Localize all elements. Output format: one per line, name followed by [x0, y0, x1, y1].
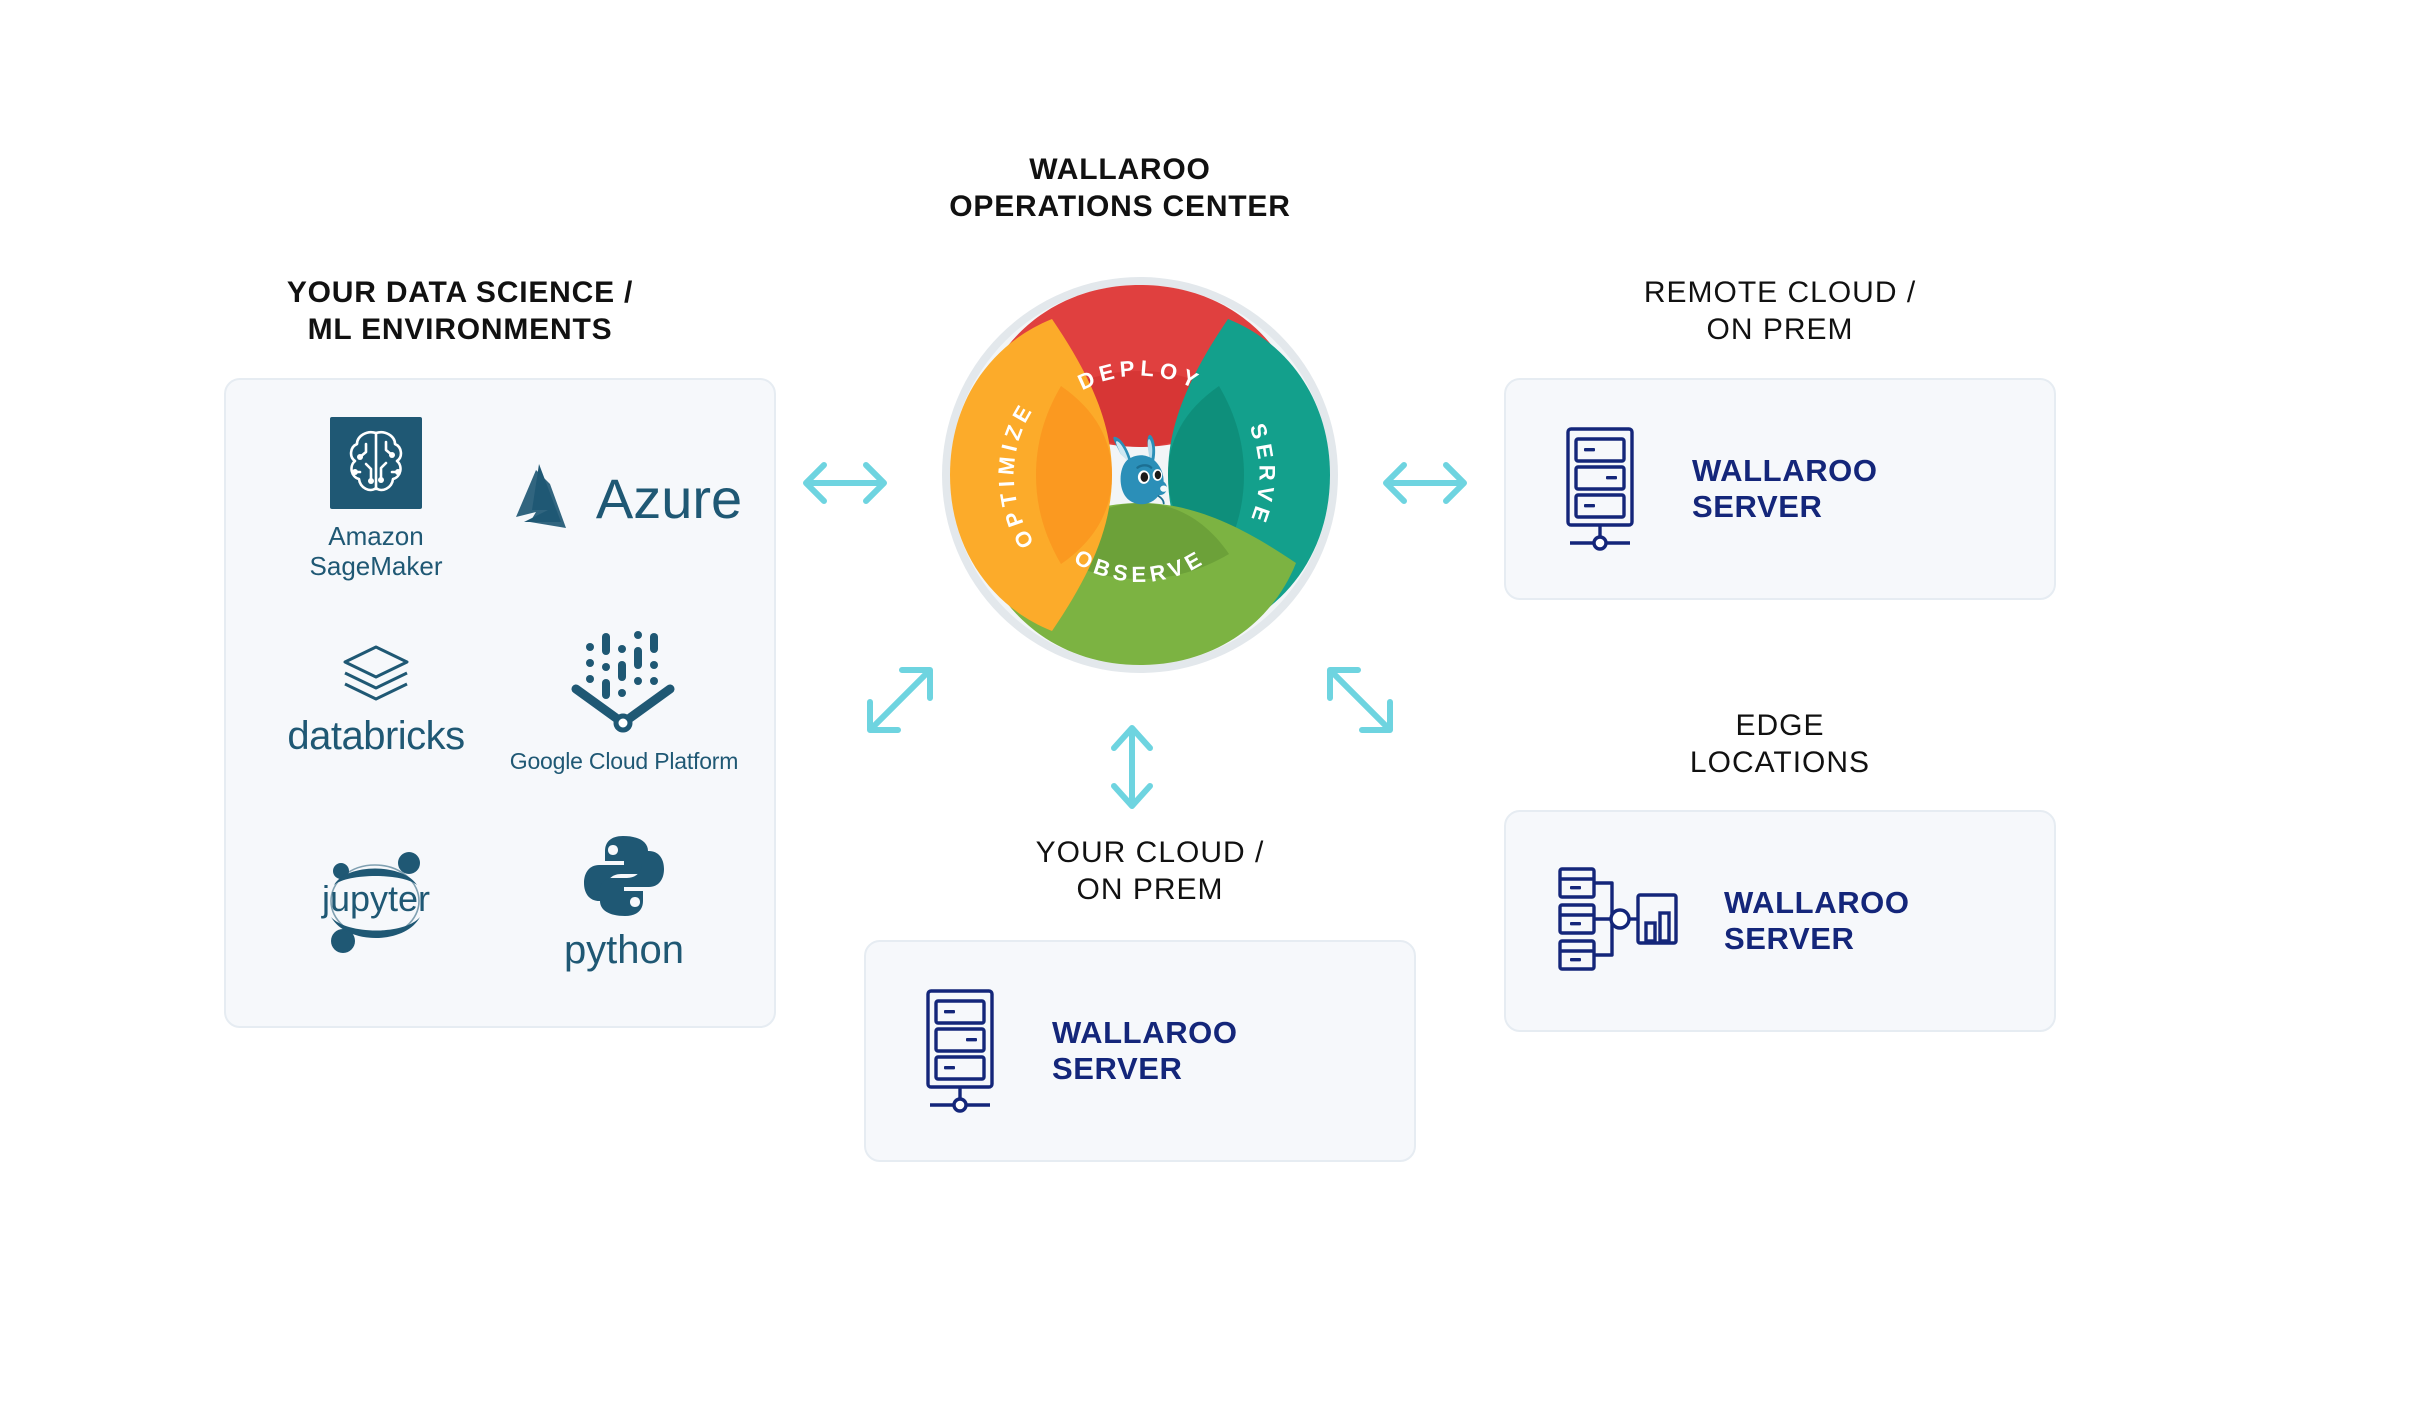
logo-item-gcp: Google Cloud Platform: [510, 627, 738, 774]
arrow-diagonal-sw: [862, 662, 938, 743]
card-title-remote-server: WALLAROO SERVER: [1692, 453, 1878, 524]
logo-item-sagemaker: Amazon SageMaker: [309, 416, 443, 581]
google-cloud-platform-icon: [566, 627, 682, 744]
card-title-cloud-server: WALLAROO SERVER: [1052, 1015, 1238, 1086]
arrow-right-horizontal: [1380, 455, 1470, 516]
logo-caption-databricks: databricks: [287, 713, 465, 758]
logo-item-databricks: databricks: [287, 643, 465, 760]
python-icon: [581, 833, 667, 924]
logo-caption-sagemaker: Amazon SageMaker: [309, 520, 443, 581]
server-rack-icon: [914, 985, 1010, 1118]
logo-item-azure: Azure: [506, 460, 742, 539]
environments-panel: Amazon SageMaker Azure databricks Google…: [224, 378, 776, 1028]
section-heading-remote-cloud: REMOTE CLOUD / ON PREM: [1643, 276, 1917, 346]
logo-item-python: python: [564, 833, 684, 974]
card-title-edge-server: WALLAROO SERVER: [1724, 885, 1910, 956]
databricks-icon: [339, 643, 413, 710]
logo-caption-python: python: [563, 927, 685, 972]
edge-network-icon: [1554, 855, 1682, 988]
diagram-canvas: WALLAROO OPERATIONS CENTER YOUR DATA SCI…: [0, 0, 2418, 1408]
wallaroo-operations-center-wheel: DEPLOY SERVE OBSERVE OPTIMIZE: [920, 255, 1360, 700]
microsoft-azure-icon: [506, 460, 584, 539]
arrow-left-horizontal: [800, 455, 890, 516]
card-edge-locations-server: WALLAROO SERVER: [1504, 810, 2056, 1032]
server-rack-icon: [1554, 423, 1650, 556]
svg-text:jupyter: jupyter: [321, 878, 430, 919]
card-remote-cloud-server: WALLAROO SERVER: [1504, 378, 2056, 600]
arrow-down-vertical: [1104, 722, 1160, 817]
section-heading-edge-locations: EDGE LOCATIONS: [1689, 709, 1871, 779]
arrow-diagonal-se: [1322, 662, 1398, 743]
card-your-cloud-server: WALLAROO SERVER: [864, 940, 1416, 1162]
jupyter-icon: jupyter: [317, 851, 435, 955]
section-heading-environments: YOUR DATA SCIENCE / ML ENVIRONMENTS: [286, 276, 634, 346]
environments-logo-grid: Amazon SageMaker Azure databricks Google…: [226, 380, 774, 1026]
logo-item-jupyter: jupyter: [317, 851, 435, 955]
logo-caption-gcp: Google Cloud Platform: [509, 748, 739, 775]
logo-caption-azure: Azure: [595, 467, 743, 530]
amazon-sagemaker-icon: [330, 416, 422, 514]
page-title: WALLAROO OPERATIONS CENTER: [949, 153, 1291, 223]
section-heading-your-cloud: YOUR CLOUD / ON PREM: [1035, 836, 1265, 906]
